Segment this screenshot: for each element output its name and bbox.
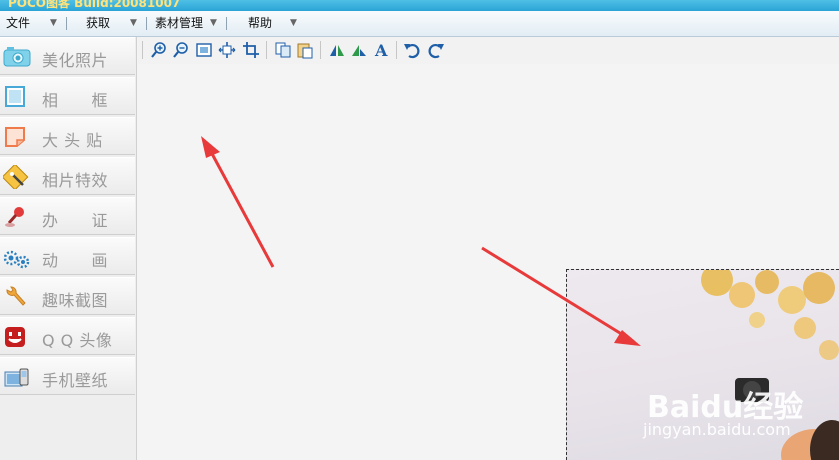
sidebar-item-animation[interactable]: 动 画 <box>0 237 135 275</box>
chevron-down-icon: ▼ <box>290 18 297 28</box>
sidebar-item-label: 美化照片 <box>42 51 109 70</box>
fit-window-icon[interactable] <box>195 41 213 59</box>
sidebar: 美化照片 相 框 大 头 贴 相片特效 办 证 动 画 趣味截图 Q Q 头像 … <box>0 37 137 460</box>
magic-wand-icon <box>3 165 29 189</box>
flip-horizontal-icon[interactable] <box>328 41 346 59</box>
camera-icon <box>3 47 31 67</box>
menu-materials-label: 素材管理 <box>155 16 204 30</box>
sidebar-item-label: Q Q 头像 <box>42 331 113 350</box>
menu-materials[interactable]: 素材管理 ▼ <box>155 11 225 36</box>
sidebar-item-screenshot[interactable]: 趣味截图 <box>0 277 135 315</box>
app-title: POCO图客 Build:20081007 <box>8 0 181 10</box>
sidebar-item-beautify[interactable]: 美化照片 <box>0 37 135 75</box>
crop-icon[interactable] <box>242 41 260 59</box>
sidebar-item-label: 手机壁纸 <box>42 371 109 390</box>
undo-icon[interactable] <box>403 41 421 59</box>
sidebar-item-certificate[interactable]: 办 证 <box>0 197 135 235</box>
redo-icon[interactable] <box>427 41 445 59</box>
sidebar-item-label: 办 证 <box>42 211 109 230</box>
frame-icon <box>5 86 25 107</box>
menu-acquire-label: 获取 <box>86 16 111 30</box>
sidebar-item-label: 相 框 <box>42 91 109 110</box>
gears-icon <box>3 250 30 269</box>
watermark-url: jingyan.baidu.com <box>643 420 791 439</box>
wrench-icon <box>6 286 26 306</box>
flip-vertical-icon[interactable] <box>350 41 368 59</box>
sticker-icon <box>5 127 25 147</box>
sidebar-item-label: 动 画 <box>42 251 109 270</box>
sidebar-item-label: 趣味截图 <box>42 291 109 310</box>
sidebar-item-effects[interactable]: 相片特效 <box>0 157 135 195</box>
menu-help[interactable]: 帮助 ▼ <box>248 11 306 36</box>
menu-help-label: 帮助 <box>248 16 273 30</box>
menu-divider <box>226 17 227 30</box>
sidebar-item-label: 大 头 贴 <box>42 131 103 150</box>
stamp-icon <box>5 207 24 227</box>
toolbar: A <box>138 37 839 64</box>
phone-icon <box>4 368 29 387</box>
toolbar-divider <box>396 41 397 59</box>
paste-icon[interactable] <box>296 41 314 59</box>
sidebar-item-frame[interactable]: 相 框 <box>0 77 135 115</box>
sidebar-item-qq-avatar[interactable]: Q Q 头像 <box>0 317 135 355</box>
menu-divider <box>146 17 147 30</box>
actual-size-icon[interactable] <box>218 41 236 59</box>
menu-divider <box>66 17 67 30</box>
chevron-down-icon: ▼ <box>210 18 217 28</box>
sidebar-item-phone-wallpaper[interactable]: 手机壁纸 <box>0 357 135 395</box>
toolbar-divider <box>320 41 321 59</box>
text-icon[interactable]: A <box>373 41 391 59</box>
zoom-in-icon[interactable] <box>150 41 168 59</box>
toolbar-divider <box>142 41 143 59</box>
qq-face-icon <box>5 327 25 347</box>
menu-file[interactable]: 文件 ▼ <box>6 11 64 36</box>
menu-bar: 文件 ▼ 获取 ▼ 素材管理 ▼ 帮助 ▼ <box>0 11 839 37</box>
toolbar-divider <box>266 41 267 59</box>
menu-file-label: 文件 <box>6 16 31 30</box>
photo-canvas[interactable]: Baidu经验 jingyan.baidu.com <box>566 269 839 460</box>
menu-acquire[interactable]: 获取 ▼ <box>86 11 144 36</box>
chevron-down-icon: ▼ <box>130 18 137 28</box>
text-tool-glyph: A <box>374 41 388 59</box>
sidebar-item-label: 相片特效 <box>42 171 109 190</box>
chevron-down-icon: ▼ <box>50 18 57 28</box>
title-bar: POCO图客 Build:20081007 <box>0 0 839 11</box>
zoom-out-icon[interactable] <box>172 41 190 59</box>
sidebar-item-sticker[interactable]: 大 头 贴 <box>0 117 135 155</box>
copy-icon[interactable] <box>274 41 292 59</box>
